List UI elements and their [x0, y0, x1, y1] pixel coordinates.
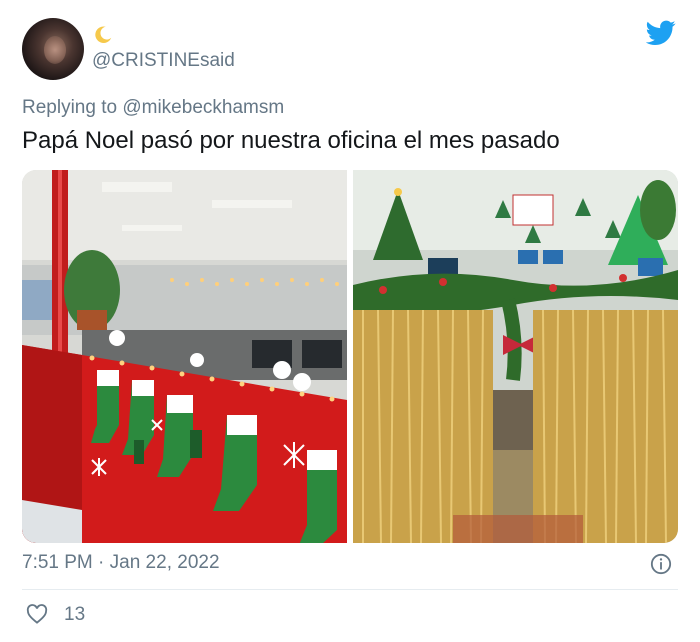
- media-grid: [22, 170, 678, 543]
- tweet-text: Papá Noel pasó por nuestra oficina el me…: [22, 127, 560, 154]
- user-handle[interactable]: @CRISTINEsaid: [92, 50, 235, 72]
- twitter-bird-icon[interactable]: [646, 20, 676, 46]
- reply-context: Replying to @mikebeckhamsm: [22, 97, 284, 119]
- divider: [22, 589, 678, 590]
- info-icon[interactable]: [650, 553, 672, 575]
- like-count: 13: [64, 604, 86, 625]
- avatar[interactable]: [22, 18, 84, 80]
- reply-mention-link[interactable]: @mikebeckhamsm: [122, 97, 284, 118]
- reply-prefix: Replying to: [22, 97, 118, 118]
- heart-icon[interactable]: [26, 604, 48, 624]
- tweet-card: @CRISTINEsaid Replying to @mikebeckhamsm…: [0, 0, 700, 642]
- photo-gold-tinsel-entrance[interactable]: [353, 170, 678, 543]
- tweet-timestamp[interactable]: 7:51 PM · Jan 22, 2022: [22, 552, 220, 574]
- photo-office-stockings[interactable]: [22, 170, 347, 543]
- crescent-moon-icon: [95, 26, 112, 43]
